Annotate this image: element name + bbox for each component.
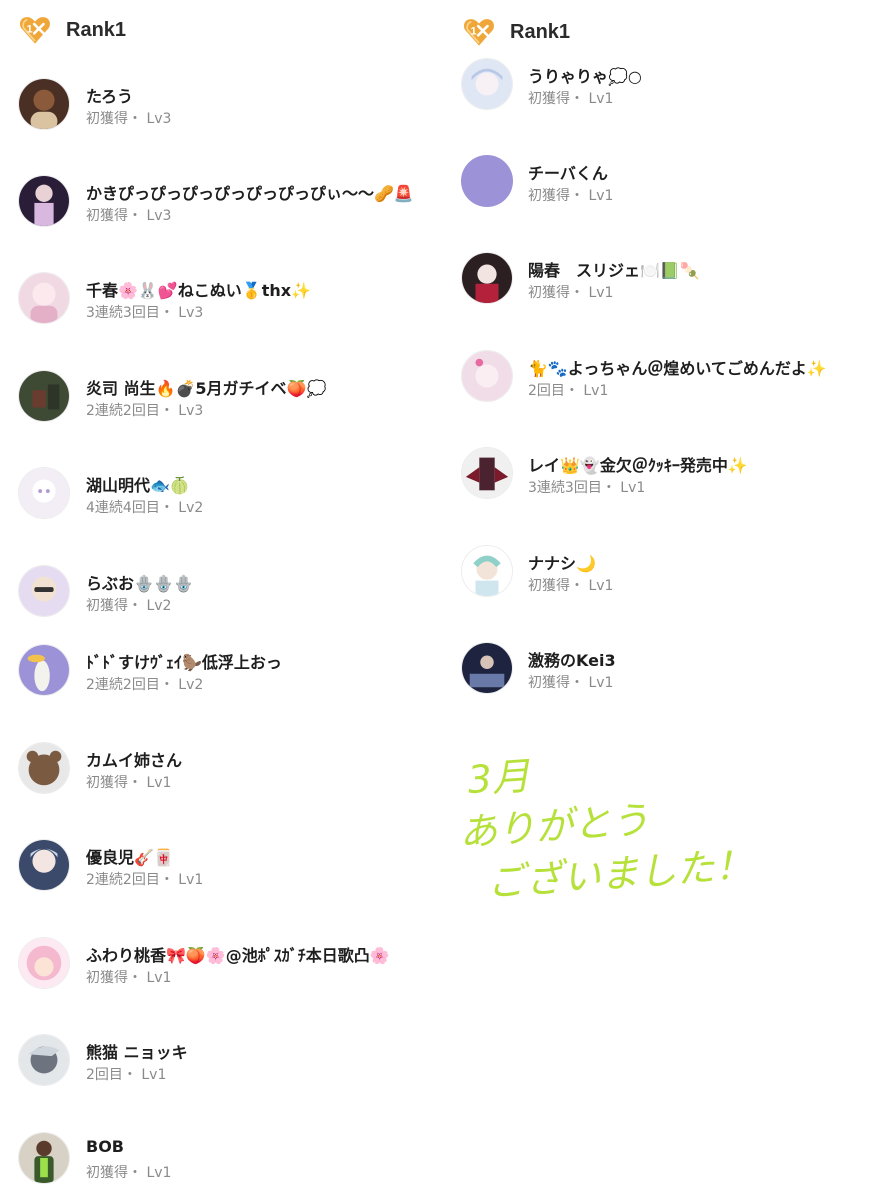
user-meta: 2連続2回目・ Lv1 xyxy=(86,872,204,888)
rank-header: 1 Rank1 xyxy=(18,10,126,50)
user-name: 千春🌸🐰💕ねこぬい🥇thx✨ xyxy=(86,281,311,300)
svg-text:1: 1 xyxy=(27,24,33,36)
avatar xyxy=(461,155,513,207)
user-name: ナナシ🌙 xyxy=(528,554,596,573)
message-line-2: ありがとう xyxy=(458,798,651,855)
handwritten-message: 3月 ありがとう ございました！ xyxy=(458,754,745,905)
user-name: 優良児🎸🀄 xyxy=(86,848,174,867)
user-meta: 初獲得・ Lv3 xyxy=(86,208,172,224)
list-item[interactable]: 湖山明代🐟🍈 4連続4回目・ Lv2 xyxy=(0,467,440,537)
avatar xyxy=(18,937,70,989)
list-item[interactable]: 炎司 尚生🔥💣5月ガチイベ🍑💭 2連続2回目・ Lv3 xyxy=(0,370,440,440)
avatar xyxy=(18,565,70,617)
list-item[interactable]: うりゃりゃ💭○ 初獲得・ Lv1 xyxy=(444,58,878,128)
user-name: たろう xyxy=(86,87,134,106)
user-meta: 初獲得・ Lv1 xyxy=(528,675,614,691)
avatar xyxy=(18,78,70,130)
avatar xyxy=(18,467,70,519)
message-line-1: 3月 xyxy=(466,754,532,802)
avatar xyxy=(461,447,513,499)
user-name: 湖山明代🐟🍈 xyxy=(86,476,190,495)
list-item[interactable]: かきぴっぴっぴっぴっぴっぴっぴぃ〜〜🥜🚨 初獲得・ Lv3 xyxy=(0,175,440,245)
user-name: ふわり桃香🎀🍑🌸@池ﾎﾟｽｶﾞﾁ本日歌凸🌸 xyxy=(86,946,390,965)
avatar xyxy=(18,175,70,227)
rank1-badge-icon: 1 xyxy=(20,17,50,44)
avatar xyxy=(18,370,70,422)
list-item[interactable]: 千春🌸🐰💕ねこぬい🥇thx✨ 3連続3回目・ Lv3 xyxy=(0,272,440,342)
user-name: 熊猫 ニョッキ xyxy=(86,1043,188,1062)
user-meta: 4連続4回目・ Lv2 xyxy=(86,500,204,516)
list-item[interactable]: 優良児🎸🀄 2連続2回目・ Lv1 xyxy=(0,839,440,909)
user-meta: 2回目・ Lv1 xyxy=(86,1067,167,1083)
user-name: ﾄﾞﾄﾞすけｳﾞｪｲ🦫低浮上おっ xyxy=(86,653,282,672)
list-item[interactable]: 🐈🐾よっちゃん＠煌めいてごめんだよ✨ 2回目・ Lv1 xyxy=(444,350,878,420)
list-item[interactable]: 陽春 スリジェ🍽️📗🍡 初獲得・ Lv1 xyxy=(444,252,878,322)
avatar xyxy=(18,272,70,324)
avatar xyxy=(18,1034,70,1086)
user-name: 🐈🐾よっちゃん＠煌めいてごめんだよ✨ xyxy=(528,359,827,378)
user-name: 炎司 尚生🔥💣5月ガチイベ🍑💭 xyxy=(86,379,327,398)
svg-text:1: 1 xyxy=(471,26,477,38)
user-meta: 2連続2回目・ Lv3 xyxy=(86,403,204,419)
user-meta: 初獲得・ Lv1 xyxy=(86,775,172,791)
user-name: らぶお🪬🪬🪬 xyxy=(86,574,194,593)
list-item[interactable]: カムイ姉さん 初獲得・ Lv1 xyxy=(0,742,440,812)
avatar xyxy=(18,644,70,696)
avatar xyxy=(461,642,513,694)
list-item[interactable]: BOB 初獲得・ Lv1 xyxy=(0,1132,440,1200)
user-meta: 3連続3回目・ Lv1 xyxy=(528,480,646,496)
user-meta: 初獲得・ Lv1 xyxy=(86,1165,172,1181)
list-item[interactable]: たろう 初獲得・ Lv3 xyxy=(0,78,440,148)
avatar xyxy=(18,1132,70,1184)
list-item[interactable]: チーバくん 初獲得・ Lv1 xyxy=(444,155,878,225)
list-item[interactable]: ふわり桃香🎀🍑🌸@池ﾎﾟｽｶﾞﾁ本日歌凸🌸 初獲得・ Lv1 xyxy=(0,937,440,1007)
rank-title: Rank1 xyxy=(510,20,571,43)
user-meta: 初獲得・ Lv1 xyxy=(528,285,614,301)
user-name: うりゃりゃ💭○ xyxy=(528,67,642,86)
avatar xyxy=(461,350,513,402)
avatar xyxy=(461,58,513,110)
avatar xyxy=(461,252,513,304)
rank1-badge-icon: 1 xyxy=(464,19,494,46)
user-name: かきぴっぴっぴっぴっぴっぴっぴぃ〜〜🥜🚨 xyxy=(86,184,414,203)
list-item[interactable]: らぶお🪬🪬🪬 初獲得・ Lv2 xyxy=(0,565,440,635)
avatar xyxy=(18,742,70,794)
list-item[interactable]: ﾄﾞﾄﾞすけｳﾞｪｲ🦫低浮上おっ 2連続2回目・ Lv2 xyxy=(0,644,440,714)
user-meta: 初獲得・ Lv1 xyxy=(528,188,614,204)
rank-header: 1 Rank1 xyxy=(462,12,570,52)
user-meta: 初獲得・ Lv1 xyxy=(528,91,614,107)
message-line-3: ございました！ xyxy=(485,843,745,905)
user-name: 陽春 スリジェ🍽️📗🍡 xyxy=(528,261,700,280)
list-item[interactable]: レイ👑👻金欠＠ｸｯｷｰ発売中✨ 3連続3回目・ Lv1 xyxy=(444,447,878,517)
user-name: レイ👑👻金欠＠ｸｯｷｰ発売中✨ xyxy=(528,456,748,475)
user-meta: 初獲得・ Lv1 xyxy=(86,970,172,986)
user-meta: 2回目・ Lv1 xyxy=(528,383,609,399)
user-name: BOB xyxy=(86,1137,124,1156)
list-item[interactable]: 激務のKei3 初獲得・ Lv1 xyxy=(444,642,878,712)
user-name: カムイ姉さん xyxy=(86,751,183,770)
avatar xyxy=(18,839,70,891)
user-meta: 2連続2回目・ Lv2 xyxy=(86,677,204,693)
list-item[interactable]: ナナシ🌙 初獲得・ Lv1 xyxy=(444,545,878,615)
rank-title: Rank1 xyxy=(66,18,127,41)
user-name: 激務のKei3 xyxy=(528,651,616,670)
user-meta: 初獲得・ Lv2 xyxy=(86,598,172,614)
user-meta: 初獲得・ Lv3 xyxy=(86,111,172,127)
user-meta: 3連続3回目・ Lv3 xyxy=(86,305,204,321)
list-item[interactable]: 熊猫 ニョッキ 2回目・ Lv1 xyxy=(0,1034,440,1104)
user-name: チーバくん xyxy=(528,164,608,183)
avatar xyxy=(461,545,513,597)
user-meta: 初獲得・ Lv1 xyxy=(528,578,614,594)
